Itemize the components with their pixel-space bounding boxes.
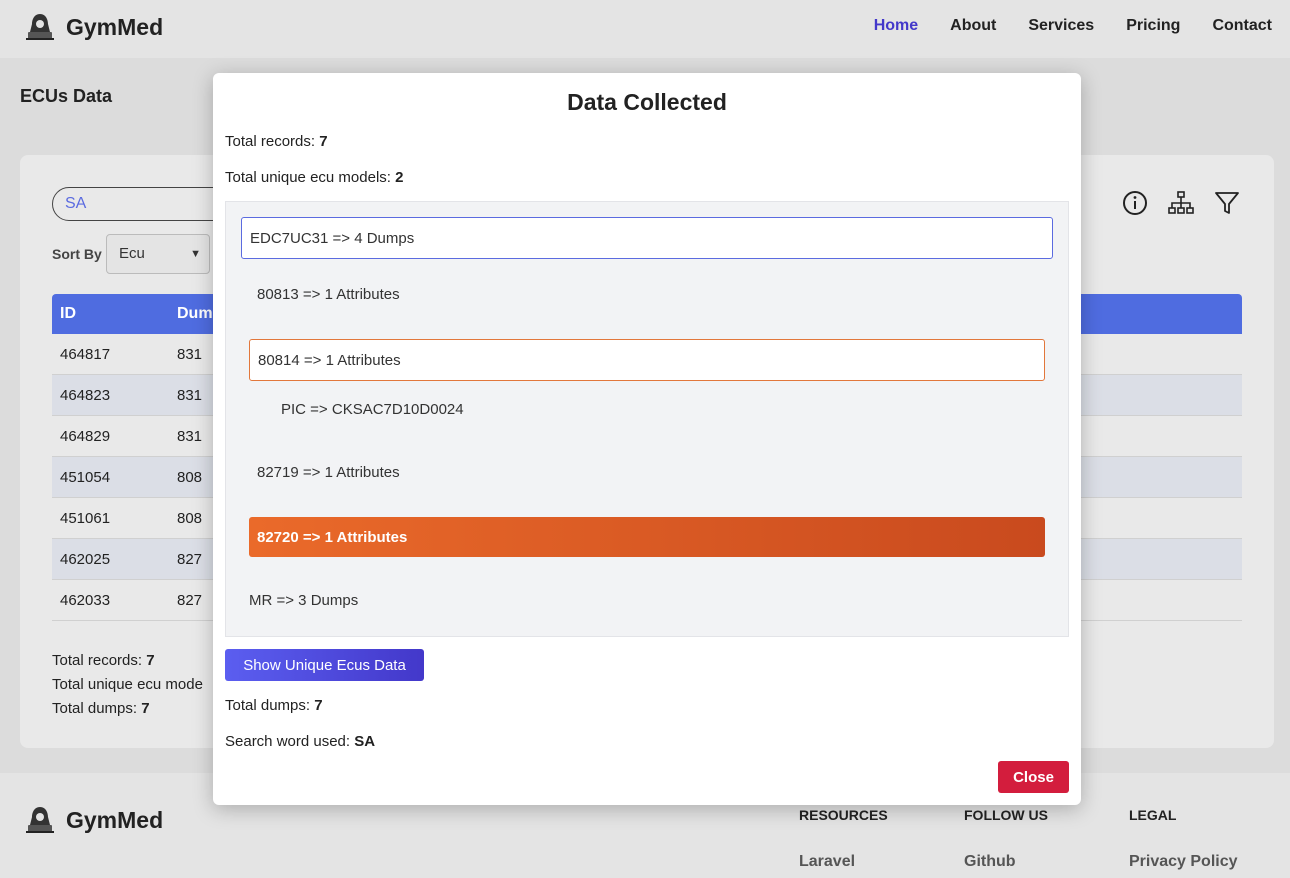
cell-id: 451054 xyxy=(60,468,111,486)
footer-col-resources: RESOURCES Laravel xyxy=(799,807,888,870)
footer-col-follow: FOLLOW US Github xyxy=(964,807,1048,870)
cell-id: 462033 xyxy=(60,591,111,609)
tree-node-dump[interactable]: 80813 => 1 Attributes xyxy=(257,286,400,303)
summary-dumps: Total dumps: 7 xyxy=(52,697,203,721)
tree-node-label: PIC => CKSAC7D10D0024 xyxy=(281,401,464,418)
brand-logo[interactable]: GymMed xyxy=(24,12,163,42)
chevron-down-icon: ▼ xyxy=(190,248,201,260)
modal-search-word: Search word used: SA xyxy=(225,733,375,750)
cell-dump: 827 xyxy=(177,591,203,609)
column-header-dumps[interactable]: Dum xyxy=(177,305,213,323)
footer-link-laravel[interactable]: Laravel xyxy=(799,853,855,871)
toolbar-icons xyxy=(1122,190,1240,216)
tree-node-ecu[interactable]: EDC7UC31 => 4 Dumps xyxy=(241,217,1053,259)
summary-records-label: Total records: xyxy=(52,652,143,669)
summary-records: Total records: 7 xyxy=(52,649,203,673)
tree-node-label: EDC7UC31 => 4 Dumps xyxy=(250,229,415,247)
footer-col-title: LEGAL xyxy=(1129,807,1177,823)
modal-unique-models: Total unique ecu models: 2 xyxy=(225,169,403,186)
tree-node-dump-active[interactable]: 82720 => 1 Attributes xyxy=(249,517,1045,557)
footer-col-title: FOLLOW US xyxy=(964,807,1048,823)
page-title: ECUs Data xyxy=(20,86,113,106)
site-header: GymMed Home About Services Pricing Conta… xyxy=(0,0,1290,58)
modal-unique-label: Total unique ecu models: xyxy=(225,169,391,186)
tree-node-dump[interactable]: 82719 => 1 Attributes xyxy=(257,464,400,481)
data-collected-modal: Data Collected Total records: 7 Total un… xyxy=(213,73,1081,805)
summary: Total records: 7 Total unique ecu mode T… xyxy=(52,649,203,721)
footer-brand-name: GymMed xyxy=(66,806,164,833)
nav-services[interactable]: Services xyxy=(1028,17,1094,35)
tree-node-label: 82720 => 1 Attributes xyxy=(257,528,408,546)
nav-contact[interactable]: Contact xyxy=(1212,17,1272,35)
modal-total-records: Total records: 7 xyxy=(225,133,328,150)
tree-node-ecu[interactable]: MR => 3 Dumps xyxy=(249,592,358,609)
modal-total-records-label: Total records: xyxy=(225,133,316,150)
tree-node-label: 80813 => 1 Attributes xyxy=(257,286,400,303)
sitemap-icon[interactable] xyxy=(1168,190,1194,216)
filter-icon[interactable] xyxy=(1214,190,1240,216)
cell-id: 464829 xyxy=(60,427,111,445)
modal-total-dumps-label: Total dumps: xyxy=(225,697,311,714)
tree-node-label: 82719 => 1 Attributes xyxy=(257,464,400,481)
cell-dump: 831 xyxy=(177,386,203,404)
nav-about[interactable]: About xyxy=(950,17,996,35)
cell-id: 464823 xyxy=(60,386,111,404)
modal-total-dumps-value: 7 xyxy=(314,697,323,714)
footer-link-privacy[interactable]: Privacy Policy xyxy=(1129,853,1238,871)
cell-id: 462025 xyxy=(60,550,111,568)
footer-logo[interactable]: GymMed xyxy=(24,805,163,835)
tree-node-dump-selected[interactable]: 80814 => 1 Attributes xyxy=(249,339,1045,381)
tree-node-attribute: PIC => CKSAC7D10D0024 xyxy=(281,401,464,418)
modal-unique-value: 2 xyxy=(395,169,404,186)
modal-title: Data Collected xyxy=(567,89,727,115)
cell-id: 451061 xyxy=(60,509,111,527)
cell-dump: 831 xyxy=(177,345,203,363)
modal-total-records-value: 7 xyxy=(319,133,328,150)
column-header-id[interactable]: ID xyxy=(52,305,177,323)
footer-col-title: RESOURCES xyxy=(799,807,888,823)
modal-search-word-value: SA xyxy=(354,733,376,750)
summary-dumps-value: 7 xyxy=(141,700,150,717)
sort-label: Sort By xyxy=(52,246,102,262)
tree-node-label: MR => 3 Dumps xyxy=(249,592,359,609)
cell-dump: 827 xyxy=(177,550,203,568)
modal-total-dumps: Total dumps: 7 xyxy=(225,697,323,714)
summary-dumps-label: Total dumps: xyxy=(52,700,138,717)
show-unique-ecus-button[interactable]: Show Unique Ecus Data xyxy=(225,649,424,681)
sort-select-value: Ecu xyxy=(119,245,145,262)
footer-col-legal: LEGAL Privacy Policy xyxy=(1129,807,1238,870)
hacker-icon xyxy=(26,807,54,833)
modal-search-word-label: Search word used: xyxy=(225,733,351,750)
cell-dump: 831 xyxy=(177,427,203,445)
close-button[interactable]: Close xyxy=(998,761,1069,793)
cell-dump: 808 xyxy=(177,468,203,486)
brand-name: GymMed xyxy=(66,13,164,40)
ecu-tree: EDC7UC31 => 4 Dumps 80813 => 1 Attribute… xyxy=(225,201,1069,637)
main-nav: Home About Services Pricing Contact xyxy=(874,17,1272,35)
hacker-icon xyxy=(26,14,54,40)
cell-dump: 808 xyxy=(177,509,203,527)
summary-unique: Total unique ecu mode xyxy=(52,676,203,693)
sort-select[interactable]: Ecu ▼ xyxy=(106,234,210,274)
nav-home[interactable]: Home xyxy=(874,17,918,35)
info-icon[interactable] xyxy=(1122,190,1148,216)
footer-link-github[interactable]: Github xyxy=(964,853,1016,871)
summary-records-value: 7 xyxy=(146,652,155,669)
tree-node-label: 80814 => 1 Attributes xyxy=(258,351,401,369)
nav-pricing[interactable]: Pricing xyxy=(1126,17,1180,35)
cell-id: 464817 xyxy=(60,345,111,363)
